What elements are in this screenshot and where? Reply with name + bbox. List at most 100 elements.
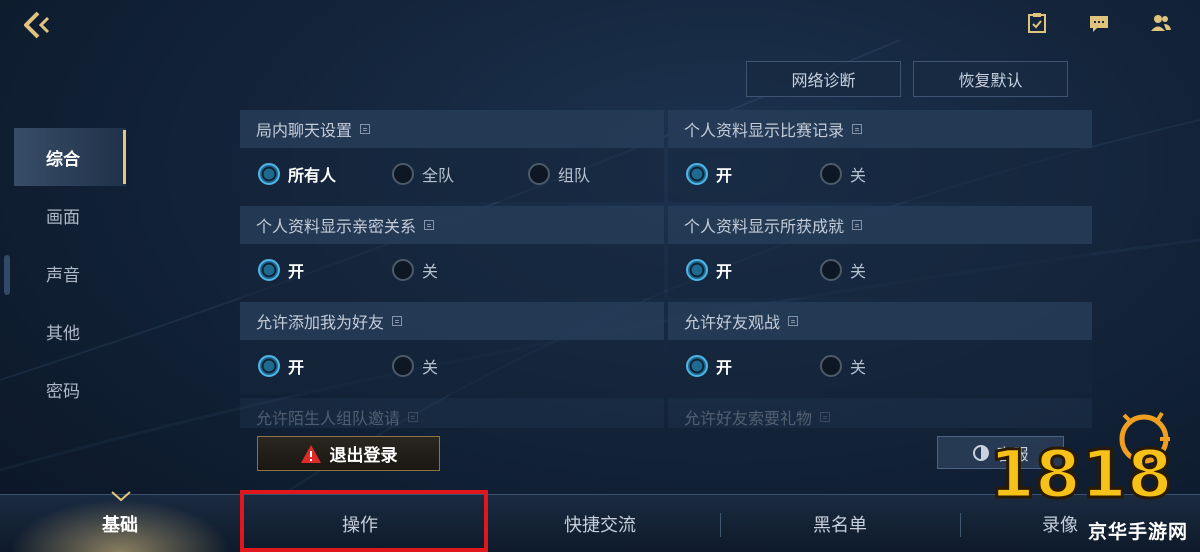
info-icon[interactable] [788,316,799,326]
setting-header: 个人资料显示所获成就 [668,206,1092,244]
top-buttons: 网络诊断 恢复默认 [746,61,1068,97]
radio-unselected-icon [392,163,414,185]
settings-category-nav: 综合 画面 声音 其他 密码 [14,128,126,418]
radio-on[interactable]: 开 [686,258,732,282]
info-icon[interactable] [408,412,419,422]
radio-label: 所有人 [288,166,337,185]
network-diagnosis-button[interactable]: 网络诊断 [746,61,901,97]
radio-label: 开 [716,358,733,377]
watermark-18183-logo: 18183 [988,411,1174,515]
chat-bubble-icon[interactable] [1088,12,1110,34]
info-icon[interactable] [852,220,863,230]
setting-header: 个人资料显示亲密关系 [240,206,664,244]
radio-label: 关 [422,358,439,377]
radio-group: 开 关 [686,258,1092,282]
setting-allow-friend-add: 允许添加我为好友 开 关 [240,302,664,394]
setting-header: 允许添加我为好友 [240,302,664,340]
info-icon[interactable] [820,412,831,422]
radio-label: 组队 [558,166,591,185]
radio-unselected-icon [820,355,842,377]
radio-group: 开 关 [258,354,664,378]
info-icon[interactable] [360,124,371,134]
radio-unselected-icon [392,259,414,281]
setting-header: 允许好友观战 [668,302,1092,340]
highlight-annotation-box [240,490,488,552]
radio-label: 开 [288,358,305,377]
setting-allow-spectate: 允许好友观战 开 关 [668,302,1092,394]
logout-label: 退出登录 [329,446,398,466]
radio-label: 开 [288,262,305,281]
setting-title: 允许好友索要礼物 [684,409,813,428]
radio-off[interactable]: 关 [820,162,866,186]
radio-off[interactable]: 关 [392,258,438,282]
radio-label: 关 [422,262,439,281]
nav-item-general[interactable]: 综合 [14,128,126,186]
radio-selected-icon [686,163,708,185]
radio-all-players[interactable]: 所有人 [258,162,336,186]
info-icon[interactable] [392,316,403,326]
setting-title: 局内聊天设置 [256,121,353,140]
radio-label: 关 [850,358,867,377]
left-edge-handle [4,255,10,295]
radio-off[interactable]: 关 [820,258,866,282]
setting-show-achievements: 个人资料显示所获成就 开 关 [668,206,1092,298]
setting-title: 个人资料显示亲密关系 [256,217,417,236]
radio-party[interactable]: 组队 [528,162,590,186]
top-right-icons [1026,12,1172,34]
info-icon[interactable] [852,124,863,134]
back-arrow-icon[interactable] [22,10,56,40]
reset-default-button[interactable]: 恢复默认 [913,61,1068,97]
setting-allow-stranger-invite: 允许陌生人组队邀请 [240,398,664,428]
radio-label: 关 [850,166,867,185]
setting-title: 允许好友观战 [684,313,781,332]
info-icon[interactable] [424,220,435,230]
radio-selected-icon [686,355,708,377]
task-checklist-icon[interactable] [1026,12,1048,34]
radio-unselected-icon [528,163,550,185]
radio-off[interactable]: 关 [392,354,438,378]
setting-show-intimacy: 个人资料显示亲密关系 开 关 [240,206,664,298]
radio-group: 开 关 [258,258,664,282]
radio-selected-icon [686,259,708,281]
radio-on[interactable]: 开 [686,354,732,378]
radio-on[interactable]: 开 [686,162,732,186]
nav-item-sound[interactable]: 声音 [14,244,126,302]
radio-label: 关 [850,262,867,281]
warning-icon [300,444,321,463]
logout-button[interactable]: 退出登录 [257,436,440,471]
tab-quick-chat[interactable]: 快捷交流 [480,495,720,552]
chevron-down-icon [111,491,131,502]
watermark-logo-text: 18183 [989,436,1174,513]
nav-item-password[interactable]: 密码 [14,360,126,418]
radio-selected-icon [258,259,280,281]
radio-label: 开 [716,262,733,281]
tab-blacklist[interactable]: 黑名单 [720,495,960,552]
setting-chat: 局内聊天设置 所有人 全队 组队 [240,110,664,202]
settings-grid: 局内聊天设置 所有人 全队 组队 个人资料显示比赛记录 开 关 个人资料显示亲密… [240,110,1092,428]
setting-title: 允许添加我为好友 [256,313,385,332]
radio-unselected-icon [392,355,414,377]
setting-header: 个人资料显示比赛记录 [668,110,1092,148]
radio-unselected-icon [820,259,842,281]
radio-group: 开 关 [686,354,1092,378]
radio-on[interactable]: 开 [258,258,304,282]
tab-basic[interactable]: 基础 [0,495,240,552]
radio-unselected-icon [820,163,842,185]
radio-selected-icon [258,355,280,377]
radio-selected-icon [258,163,280,185]
setting-title: 允许陌生人组队邀请 [256,409,401,428]
radio-label: 开 [716,166,733,185]
radio-label: 全队 [422,166,455,185]
friends-icon[interactable] [1150,12,1172,34]
watermark-site-name: 京华手游网 [1087,521,1188,543]
setting-show-record: 个人资料显示比赛记录 开 关 [668,110,1092,202]
radio-group: 所有人 全队 组队 [258,162,664,186]
radio-group: 开 关 [686,162,1092,186]
nav-item-other[interactable]: 其他 [14,302,126,360]
nav-item-graphics[interactable]: 画面 [14,186,126,244]
setting-title: 个人资料显示所获成就 [684,217,845,236]
radio-team[interactable]: 全队 [392,162,454,186]
radio-off[interactable]: 关 [820,354,866,378]
radio-on[interactable]: 开 [258,354,304,378]
setting-header: 允许陌生人组队邀请 [240,398,664,428]
